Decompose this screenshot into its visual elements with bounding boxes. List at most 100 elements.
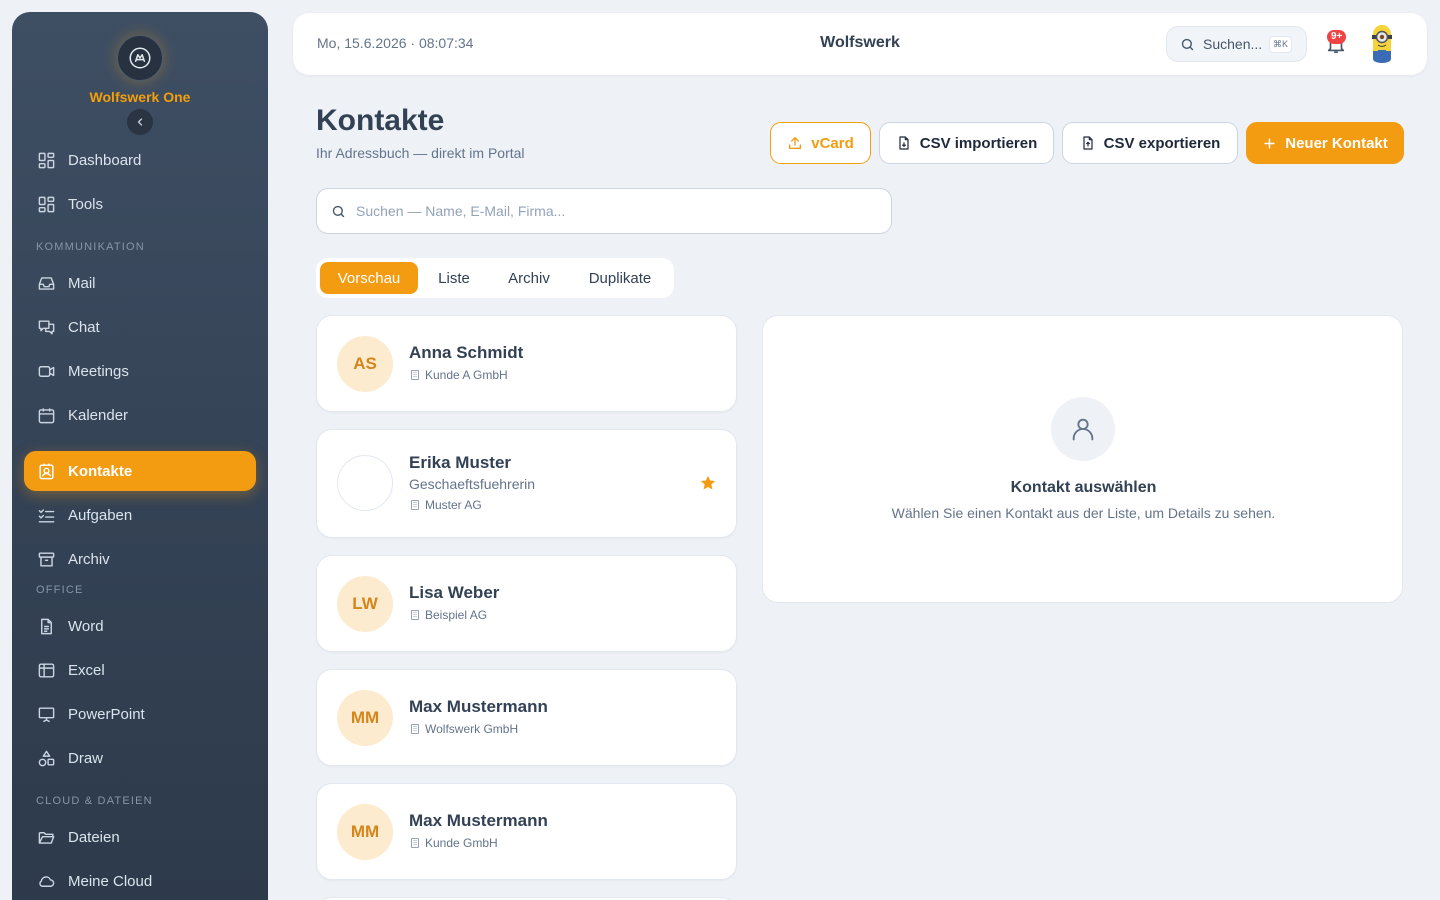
vcard-button-label: vCard	[811, 134, 854, 152]
sidebar-item-cloud[interactable]: Meine Cloud	[24, 861, 256, 900]
nav-section-kommunikation: KOMMUNIKATION	[36, 241, 145, 253]
contact-name: Erika Muster	[409, 453, 512, 472]
building-icon	[411, 610, 419, 620]
sidebar-item-archiv[interactable]: Archiv	[24, 539, 256, 579]
checklist-icon	[38, 508, 54, 523]
csv-import-button[interactable]: CSV importieren	[879, 122, 1054, 164]
sidebar: Wolfswerk One Dashboard Tools KOMMUNIKAT…	[12, 12, 268, 900]
file-export-icon	[1083, 136, 1093, 150]
sidebar-item-label: Excel	[68, 661, 105, 679]
sidebar-item-chat[interactable]: Chat	[24, 307, 256, 347]
csv-export-label: CSV exportieren	[1103, 134, 1221, 152]
sidebar-item-kalender[interactable]: Kalender	[24, 395, 256, 435]
contact-company-label: Wolfswerk GmbH	[425, 722, 519, 736]
wolf-logo-icon	[129, 47, 151, 69]
sidebar-item-label: Kalender	[68, 406, 129, 424]
search-icon	[1181, 38, 1194, 50]
sidebar-item-mail[interactable]: Mail	[24, 263, 256, 303]
sidebar-item-label: Tools	[68, 195, 104, 213]
nav-section-cloud: CLOUD & DATEIEN	[36, 795, 153, 807]
notification-badge: 9+	[1327, 30, 1347, 44]
chat-bubbles-icon	[38, 319, 54, 335]
contact-card[interactable]: LW Lisa Weber Beispiel AG	[316, 555, 737, 652]
cloud-icon	[38, 875, 54, 887]
contact-search-box[interactable]	[316, 188, 892, 234]
chevron-left-icon	[137, 118, 143, 126]
tab-archiv[interactable]: Archiv	[492, 262, 566, 294]
contact-avatar: MM	[337, 804, 393, 860]
csv-export-button[interactable]: CSV exportieren	[1062, 122, 1238, 164]
plus-icon	[1264, 137, 1275, 149]
global-search-label: Suchen...	[1203, 36, 1263, 52]
favorite-star-icon[interactable]	[699, 474, 717, 492]
table-icon	[38, 662, 54, 678]
sidebar-item-label: Aufgaben	[68, 506, 133, 524]
view-tabs: Vorschau Liste Archiv Duplikate	[316, 258, 674, 298]
upload-icon	[789, 137, 802, 149]
contact-company-label: Kunde A GmbH	[425, 368, 508, 382]
sidebar-item-label: Draw	[68, 749, 104, 767]
sidebar-item-dateien[interactable]: Dateien	[24, 817, 256, 857]
contact-card[interactable]: MM Max Mustermann Wolfswerk GmbH	[316, 669, 737, 766]
brand-logo[interactable]	[117, 35, 163, 81]
contact-company: Muster AG	[409, 498, 482, 512]
contact-card[interactable]: AS Anna Schmidt Kunde A GmbH	[316, 315, 737, 412]
contact-company: Kunde GmbH	[409, 836, 498, 850]
calendar-icon	[38, 407, 54, 423]
contact-company-label: Kunde GmbH	[425, 836, 498, 850]
page-subtitle: Ihr Adressbuch — direkt im Portal	[316, 145, 525, 161]
contact-name: Max Mustermann	[409, 697, 548, 716]
sidebar-item-aufgaben[interactable]: Aufgaben	[24, 495, 256, 535]
contact-search-input[interactable]	[356, 203, 876, 219]
contact-company-label: Muster AG	[425, 498, 482, 512]
new-contact-button[interactable]: Neuer Kontakt	[1246, 122, 1404, 164]
sidebar-item-label: Word	[68, 617, 104, 635]
archive-box-icon	[38, 551, 54, 567]
contact-company: Kunde A GmbH	[409, 368, 508, 382]
sidebar-item-dashboard[interactable]: Dashboard	[24, 140, 256, 180]
contact-company: Beispiel AG	[409, 608, 487, 622]
collapse-sidebar-button[interactable]	[127, 109, 153, 135]
contact-detail-panel: Kontakt auswählen Wählen Sie einen Konta…	[762, 315, 1403, 603]
sidebar-item-draw[interactable]: Draw	[24, 738, 256, 778]
tab-liste[interactable]: Liste	[424, 262, 484, 294]
building-icon	[411, 724, 419, 734]
building-icon	[411, 500, 419, 510]
sidebar-item-tools[interactable]: Tools	[24, 184, 256, 224]
new-contact-label: Neuer Kontakt	[1285, 134, 1388, 152]
sidebar-item-excel[interactable]: Excel	[24, 650, 256, 690]
contact-avatar: AS	[337, 336, 393, 392]
page-title: Kontakte	[316, 104, 445, 137]
building-icon	[411, 370, 419, 380]
empty-state-title: Kontakt auswählen	[1010, 479, 1157, 496]
contact-card[interactable]: Erika Muster Geschaeftsfuehrerin Muster …	[316, 429, 737, 538]
contact-company: Wolfswerk GmbH	[409, 722, 518, 736]
vcard-button[interactable]: vCard	[770, 122, 871, 164]
contact-avatar: LW	[337, 576, 393, 632]
sidebar-item-label: Meine Cloud	[68, 872, 153, 890]
contact-name: Max Mustermann	[409, 811, 548, 830]
shapes-icon	[38, 750, 54, 766]
contact-card[interactable]: MM Max Mustermann Kunde GmbH	[316, 783, 737, 880]
tab-vorschau[interactable]: Vorschau	[320, 262, 418, 294]
empty-state-icon-wrap	[1051, 397, 1115, 461]
user-avatar[interactable]	[1369, 23, 1395, 65]
sidebar-item-meetings[interactable]: Meetings	[24, 351, 256, 391]
contact-role: Geschaeftsfuehrerin	[409, 476, 536, 492]
sidebar-item-label: Dashboard	[68, 151, 142, 169]
sidebar-item-label: Meetings	[68, 362, 129, 380]
empty-state-text: Wählen Sie einen Kontakt aus der Liste, …	[891, 505, 1276, 521]
tab-duplikate[interactable]: Duplikate	[574, 262, 666, 294]
topbar: Mo, 15.6.2026 · 08:07:34 Wolfswerk Suche…	[293, 13, 1427, 75]
sidebar-item-word[interactable]: Word	[24, 606, 256, 646]
search-icon	[332, 205, 345, 217]
document-icon	[40, 618, 52, 634]
global-search-button[interactable]: Suchen... ⌘K	[1166, 26, 1307, 62]
csv-import-label: CSV importieren	[919, 134, 1038, 152]
sidebar-item-powerpoint[interactable]: PowerPoint	[24, 694, 256, 734]
nav-section-office: OFFICE	[36, 584, 84, 596]
file-import-icon	[899, 136, 909, 150]
video-camera-icon	[38, 365, 54, 377]
sidebar-item-label: Archiv	[68, 550, 110, 568]
sidebar-item-kontakte[interactable]: Kontakte	[24, 451, 256, 491]
